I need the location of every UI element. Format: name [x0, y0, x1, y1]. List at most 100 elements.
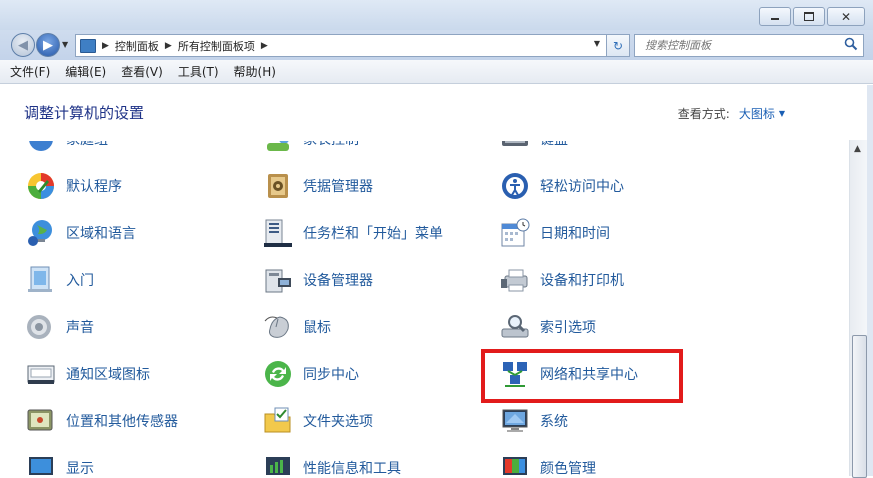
breadcrumb-control-panel[interactable]: 控制面板 — [115, 38, 159, 54]
folder-options-icon — [261, 405, 295, 437]
item-credential-manager[interactable]: 凭据管理器 — [261, 168, 491, 204]
item-label: 键盘 — [540, 141, 568, 149]
view-by-dropdown[interactable]: 大图标 — [739, 105, 775, 122]
refresh-button[interactable]: ↻ — [606, 34, 630, 57]
title-bar: ✕ — [0, 0, 873, 30]
item-location-sensors[interactable]: 位置和其他传感器 — [24, 403, 254, 439]
default-programs-icon — [24, 170, 58, 202]
item-device-manager[interactable]: 设备管理器 — [261, 262, 491, 298]
devices-printers-icon — [498, 264, 532, 296]
navigation-bar: ◀ ▶ ▼ ▶ 控制面板 ▶ 所有控制面板项 ▶ ▼ ↻ — [0, 30, 873, 60]
parental-controls-icon — [261, 141, 295, 155]
breadcrumb-all-items[interactable]: 所有控制面板项 — [178, 38, 255, 54]
device-manager-icon — [261, 264, 295, 296]
item-getting-started[interactable]: 入门 — [24, 262, 254, 298]
getting-started-icon — [24, 264, 58, 296]
item-label: 文件夹选项 — [303, 414, 373, 430]
menu-help[interactable]: 帮助(H) — [234, 63, 276, 80]
forward-arrow-icon: ▶ — [43, 37, 53, 53]
system-icon — [498, 405, 532, 437]
scrollbar-thumb[interactable] — [852, 335, 867, 478]
view-by-dropdown-icon[interactable]: ▼ — [779, 109, 785, 118]
item-parental-controls[interactable]: 家长控制 — [261, 141, 491, 157]
page-title: 调整计算机的设置 — [24, 104, 145, 122]
item-label: 索引选项 — [540, 320, 596, 336]
menu-bar: 文件(F) 编辑(E) 查看(V) 工具(T) 帮助(H) — [0, 60, 873, 84]
sync-center-icon — [261, 358, 295, 390]
item-label: 性能信息和工具 — [303, 461, 401, 476]
menu-tools[interactable]: 工具(T) — [178, 63, 219, 80]
item-label: 声音 — [66, 320, 94, 336]
item-label: 凭据管理器 — [303, 179, 373, 195]
item-homegroup[interactable]: 家庭组 — [24, 141, 254, 157]
control-panel-icon — [80, 38, 96, 53]
item-label: 颜色管理 — [540, 461, 596, 476]
item-label: 家庭组 — [66, 141, 108, 149]
item-label: 同步中心 — [303, 367, 359, 383]
scroll-up-icon[interactable]: ▲ — [854, 144, 861, 154]
item-date-time[interactable]: 日期和时间 — [498, 215, 728, 251]
item-keyboard[interactable]: 键盘 — [498, 141, 728, 157]
menu-view[interactable]: 查看(V) — [121, 63, 163, 80]
item-label: 设备管理器 — [303, 273, 373, 289]
item-label: 轻松访问中心 — [540, 179, 624, 195]
items-grid: 家庭组 家长控制 键盘 默认程序 凭据管理器 轻松访问中心 区域和语言 — [0, 141, 848, 476]
address-bar[interactable]: ▶ 控制面板 ▶ 所有控制面板项 ▶ ▼ — [75, 34, 607, 57]
item-network-sharing[interactable]: 网络和共享中心 — [498, 356, 728, 392]
address-dropdown-icon[interactable]: ▼ — [594, 39, 600, 48]
minimize-icon — [771, 17, 779, 20]
item-ease-of-access[interactable]: 轻松访问中心 — [498, 168, 728, 204]
menu-edit[interactable]: 编辑(E) — [65, 63, 106, 80]
forward-button[interactable]: ▶ — [36, 33, 60, 57]
item-taskbar-start-menu[interactable]: 任务栏和「开始」菜单 — [261, 215, 491, 251]
search-box[interactable] — [634, 34, 864, 57]
window-border — [867, 85, 873, 476]
back-arrow-icon: ◀ — [18, 37, 28, 53]
view-by-control: 查看方式: 大图标 ▼ — [678, 105, 785, 122]
maximize-icon — [804, 12, 814, 21]
item-label: 网络和共享中心 — [540, 367, 638, 383]
recent-pages-dropdown-icon[interactable]: ▼ — [62, 40, 68, 49]
item-display[interactable]: 显示 — [24, 450, 254, 476]
item-mouse[interactable]: 鼠标 — [261, 309, 491, 345]
region-language-icon — [24, 217, 58, 249]
item-sound[interactable]: 声音 — [24, 309, 254, 345]
item-sync-center[interactable]: 同步中心 — [261, 356, 491, 392]
date-time-icon — [498, 217, 532, 249]
back-button[interactable]: ◀ — [11, 33, 35, 57]
breadcrumb-chevron-icon[interactable]: ▶ — [102, 41, 109, 51]
maximize-button[interactable] — [793, 7, 825, 26]
performance-tools-icon — [261, 452, 295, 476]
display-icon — [24, 452, 58, 476]
item-label: 入门 — [66, 273, 94, 289]
item-label: 日期和时间 — [540, 226, 610, 242]
color-management-icon — [498, 452, 532, 476]
credential-manager-icon — [261, 170, 295, 202]
item-region-language[interactable]: 区域和语言 — [24, 215, 254, 251]
homegroup-icon — [24, 141, 58, 155]
item-indexing-options[interactable]: 索引选项 — [498, 309, 728, 345]
mouse-icon — [261, 311, 295, 343]
vertical-scrollbar[interactable]: ▲ — [849, 140, 868, 478]
breadcrumb-chevron-icon[interactable]: ▶ — [165, 41, 172, 51]
item-notification-area[interactable]: 通知区域图标 — [24, 356, 254, 392]
ease-of-access-icon — [498, 170, 532, 202]
item-label: 鼠标 — [303, 320, 331, 336]
breadcrumb-chevron-icon[interactable]: ▶ — [261, 41, 268, 51]
search-input[interactable] — [643, 38, 843, 53]
menu-file[interactable]: 文件(F) — [10, 63, 50, 80]
item-performance-tools[interactable]: 性能信息和工具 — [261, 450, 491, 476]
item-default-programs[interactable]: 默认程序 — [24, 168, 254, 204]
item-color-management[interactable]: 颜色管理 — [498, 450, 728, 476]
item-folder-options[interactable]: 文件夹选项 — [261, 403, 491, 439]
item-label: 家长控制 — [303, 141, 359, 149]
item-label: 位置和其他传感器 — [66, 414, 178, 430]
minimize-button[interactable] — [759, 7, 791, 26]
item-system[interactable]: 系统 — [498, 403, 728, 439]
item-label: 显示 — [66, 461, 94, 476]
search-icon[interactable] — [844, 37, 858, 51]
close-icon: ✕ — [840, 9, 852, 24]
item-devices-printers[interactable]: 设备和打印机 — [498, 262, 728, 298]
window-controls: ✕ — [759, 7, 865, 26]
close-button[interactable]: ✕ — [827, 7, 865, 26]
